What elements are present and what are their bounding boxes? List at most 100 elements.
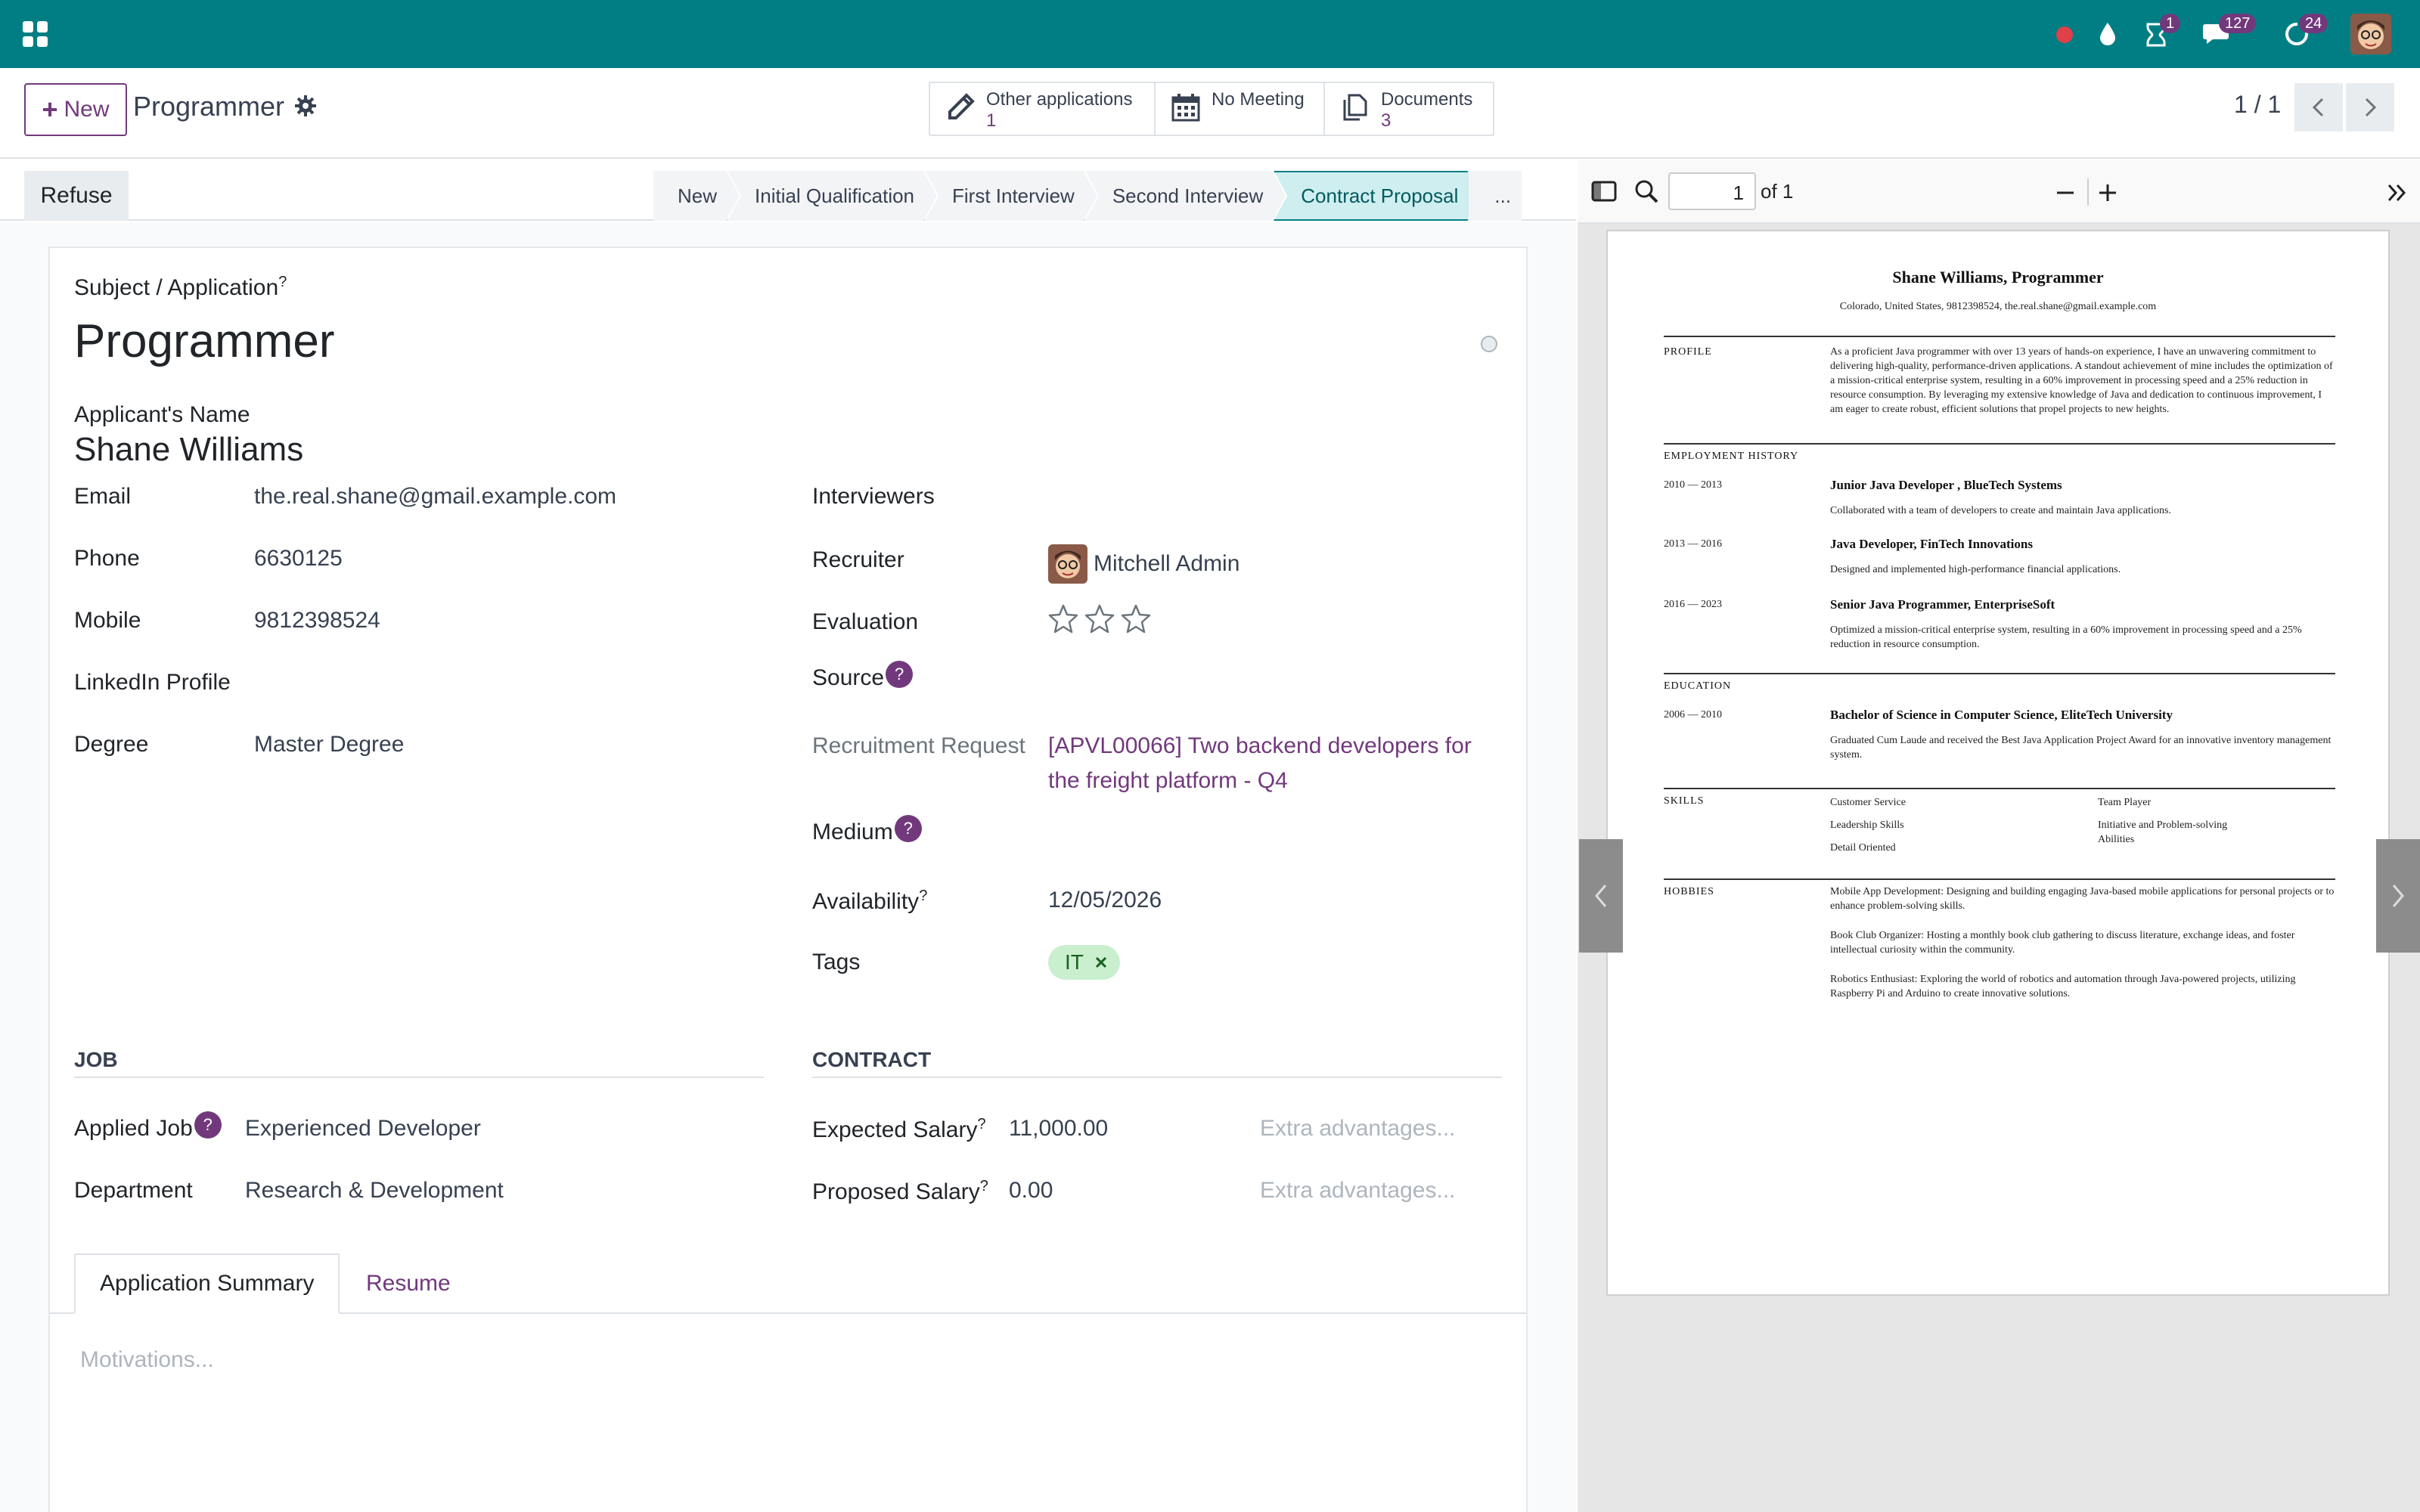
- recruiter-field[interactable]: Mitchell Admin: [1048, 544, 1239, 584]
- stage-first-interview[interactable]: First Interview: [925, 171, 1097, 221]
- documents-icon: [1343, 94, 1367, 121]
- recruitment-request-link[interactable]: [APVL00066] Two backend developers for t…: [1048, 729, 1494, 798]
- resume-job-title: Senior Java Programmer, EnterpriseSoft: [1830, 597, 2055, 612]
- help-icon[interactable]: ?: [194, 1111, 222, 1139]
- stage-contract-proposal[interactable]: Contract Proposal: [1274, 171, 1481, 221]
- proposed-extra-advantages-input[interactable]: Extra advantages...: [1260, 1178, 1456, 1204]
- refuse-button[interactable]: Refuse: [24, 171, 129, 221]
- medium-label: Medium?: [812, 815, 922, 847]
- department-field[interactable]: Research & Development: [245, 1178, 504, 1204]
- star-icon[interactable]: [1121, 603, 1151, 634]
- resume-employment-heading: EMPLOYMENT HISTORY: [1664, 451, 1799, 462]
- stage-more[interactable]: ...: [1469, 171, 1522, 221]
- tooltip-marker[interactable]: ?: [977, 1116, 985, 1132]
- chevron-left-icon: [1595, 885, 1607, 907]
- gear-icon[interactable]: [293, 94, 318, 118]
- tooltip-marker[interactable]: ?: [919, 888, 927, 904]
- tooltip-marker[interactable]: ?: [980, 1178, 988, 1194]
- activities-icon[interactable]: 1: [2143, 14, 2181, 48]
- phone-field[interactable]: 6630125: [254, 546, 343, 572]
- application-title[interactable]: Programmer: [74, 314, 335, 368]
- source-label-text: Source: [812, 665, 885, 690]
- pdf-toolbar: 1 of 1: [1578, 160, 2420, 224]
- user-avatar[interactable]: [2350, 14, 2391, 54]
- kanban-state-icon[interactable]: [1479, 334, 1499, 354]
- help-icon[interactable]: ?: [886, 661, 914, 688]
- tab-resume[interactable]: Resume: [342, 1253, 475, 1314]
- applied-job-label: Applied Job?: [74, 1111, 222, 1143]
- applicant-name[interactable]: Shane Williams: [74, 431, 303, 469]
- recruiter-name: Mitchell Admin: [1094, 551, 1240, 576]
- resume-job-desc: Designed and implemented high-performanc…: [1830, 564, 2121, 575]
- degree-field[interactable]: Master Degree: [254, 732, 404, 758]
- meeting-button[interactable]: No Meeting: [1156, 83, 1325, 135]
- stage-second-interview[interactable]: Second Interview: [1085, 171, 1286, 221]
- stage-initial-qualification[interactable]: Initial Qualification: [728, 171, 937, 221]
- expected-extra-advantages-input[interactable]: Extra advantages...: [1260, 1116, 1456, 1142]
- double-chevron-right-icon[interactable]: [2385, 181, 2408, 204]
- star-icon[interactable]: [1048, 603, 1078, 634]
- breadcrumb-title: Programmer: [133, 91, 285, 122]
- department-label: Department: [74, 1178, 193, 1203]
- contract-section-heading: CONTRACT: [812, 1048, 932, 1071]
- new-button[interactable]: + New: [24, 83, 127, 136]
- pdf-previous-arrow[interactable]: [1579, 839, 1623, 953]
- tab-application-summary[interactable]: Application Summary: [74, 1253, 340, 1314]
- expected-salary-label: Expected Salary?: [812, 1116, 986, 1143]
- sidebar-toggle-icon[interactable]: [1591, 180, 1617, 203]
- mobile-field[interactable]: 9812398524: [254, 608, 380, 634]
- source-field[interactable]: [1048, 662, 1502, 697]
- resume-job-desc: Collaborated with a team of developers t…: [1830, 505, 2171, 516]
- availability-field[interactable]: 12/05/2026: [1048, 888, 1162, 913]
- resume-job-title: Junior Java Developer , BlueTech Systems: [1830, 478, 2062, 492]
- linkedin-field[interactable]: [254, 670, 783, 697]
- proposed-salary-field[interactable]: 0.00: [1009, 1178, 1053, 1204]
- resume-job-title: Java Developer, FinTech Innovations: [1830, 537, 2033, 551]
- chevron-left-icon: [2312, 98, 2324, 117]
- resume-page: Shane Williams, Programmer Colorado, Uni…: [1606, 230, 2390, 1296]
- resume-rule: [1664, 336, 2335, 337]
- resume-rule: [1664, 878, 2335, 880]
- record-icon[interactable]: [2054, 18, 2075, 48]
- tooltip-marker[interactable]: ?: [278, 274, 287, 290]
- other-applications-button[interactable]: Other applications 1: [930, 83, 1156, 135]
- resume-education-title: Bachelor of Science in Computer Science,…: [1830, 708, 2173, 722]
- apps-menu-icon[interactable]: [23, 21, 48, 47]
- applied-job-field[interactable]: Experienced Developer: [245, 1116, 481, 1142]
- remove-tag-icon[interactable]: [1094, 956, 1108, 969]
- updates-icon[interactable]: 24: [2282, 14, 2328, 48]
- calendar-icon: [1171, 94, 1200, 122]
- drop-icon[interactable]: [2096, 18, 2119, 48]
- resume-skill: Detail Oriented: [1830, 842, 1896, 854]
- applicant-name-label: Applicant's Name: [74, 402, 250, 427]
- evaluation-stars[interactable]: [1048, 603, 1151, 634]
- pdf-page-input[interactable]: 1: [1668, 172, 1756, 210]
- zoom-out-icon[interactable]: [2054, 181, 2077, 204]
- messages-icon[interactable]: 127: [2202, 14, 2257, 48]
- motivations-input[interactable]: Motivations...: [80, 1347, 214, 1373]
- zoom-in-icon[interactable]: [2096, 181, 2119, 204]
- job-section-heading: JOB: [74, 1048, 118, 1071]
- tag-badge[interactable]: IT: [1048, 945, 1120, 980]
- pager-next-button[interactable]: [2346, 83, 2394, 132]
- pager-value[interactable]: 1 / 1: [2234, 91, 2281, 119]
- proposed-salary-label: Proposed Salary?: [812, 1178, 988, 1205]
- interviewers-field[interactable]: [1048, 478, 1502, 513]
- email-field[interactable]: the.real.shane@gmail.example.com: [254, 484, 616, 510]
- applied-job-label-text: Applied Job: [74, 1116, 193, 1141]
- medium-field[interactable]: [1048, 816, 1502, 851]
- help-icon[interactable]: ?: [894, 815, 922, 842]
- expected-salary-field[interactable]: 11,000.00: [1009, 1116, 1108, 1142]
- star-icon[interactable]: [1084, 603, 1115, 634]
- search-icon[interactable]: [1634, 178, 1659, 204]
- pager-previous-button[interactable]: [2294, 83, 2343, 132]
- toolbar-divider: [2087, 178, 2089, 206]
- pdf-next-arrow[interactable]: [2376, 839, 2420, 953]
- documents-button[interactable]: Documents 3: [1325, 83, 1493, 135]
- smart-buttons: Other applications 1 No Meeting Documents…: [929, 82, 1494, 136]
- pencil-icon: [948, 93, 975, 119]
- stage-new[interactable]: New: [653, 171, 740, 221]
- subject-label-text: Subject / Application: [74, 275, 279, 300]
- tag-label: IT: [1065, 950, 1084, 974]
- resume-rule: [1664, 673, 2335, 674]
